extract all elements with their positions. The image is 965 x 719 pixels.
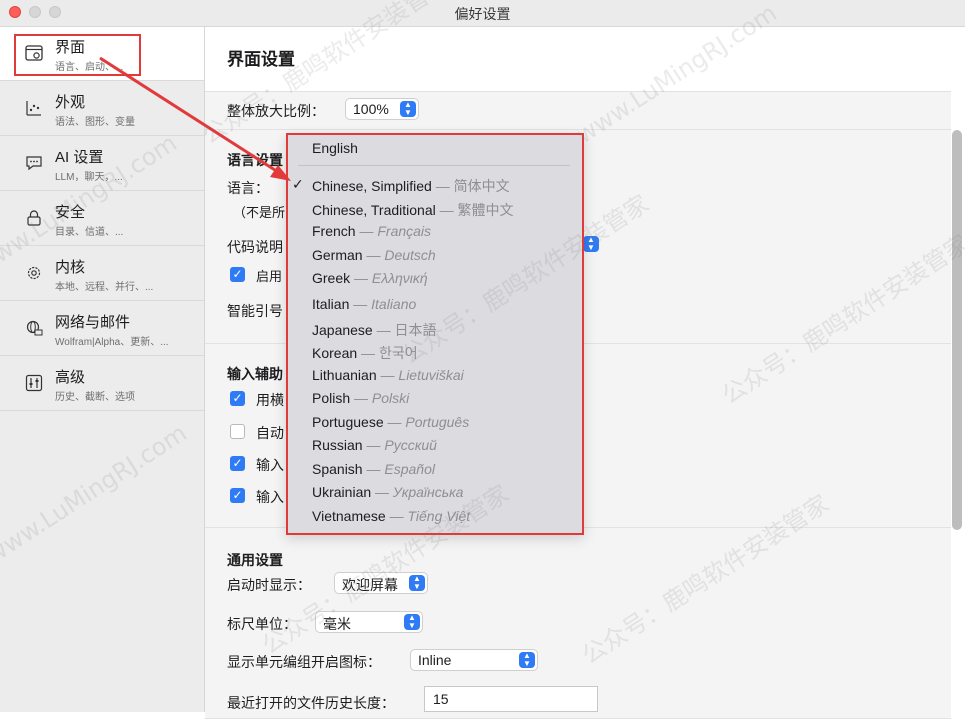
chat-bubble-icon bbox=[26, 156, 42, 171]
updown-chevron-icon: ▲ ▼ bbox=[519, 652, 535, 668]
zoom-label: 整体放大比例： bbox=[227, 103, 325, 119]
menu-item-spanish[interactable]: Spanish — Español bbox=[312, 461, 435, 477]
menu-item-japanese[interactable]: Japanese — 日本語 bbox=[312, 320, 437, 340]
sidebar-item-advanced[interactable]: 高级 历史、截断、选项 bbox=[0, 357, 204, 411]
zoom-select[interactable]: 100% ▲ ▼ bbox=[345, 98, 419, 120]
menu-item-chinese-simplified[interactable]: Chinese, Simplified — 简体中文 bbox=[312, 176, 510, 196]
globe-mail-icon bbox=[26, 320, 43, 336]
startup-select[interactable]: 欢迎屏幕 ▲ ▼ bbox=[334, 572, 428, 594]
sidebar-item-label: 高级 bbox=[55, 369, 86, 386]
input-option-label: 用横 bbox=[256, 392, 284, 408]
input-assist-header: 输入辅助 bbox=[227, 366, 283, 382]
ruler-label: 标尺单位： bbox=[227, 616, 297, 632]
enable-label: 启用 bbox=[256, 269, 283, 284]
title-bar: 偏好设置 bbox=[0, 0, 965, 27]
sidebar-item-label: 内核 bbox=[55, 259, 86, 276]
menu-item-lithuanian[interactable]: Lithuanian — Lietuviškai bbox=[312, 367, 464, 383]
menu-item-ukrainian[interactable]: Ukrainian — Українська bbox=[312, 484, 463, 500]
history-label: 最近打开的文件历史长度： bbox=[227, 695, 395, 711]
input-option-checkbox[interactable] bbox=[230, 424, 245, 439]
sliders-icon bbox=[25, 374, 43, 392]
sidebar-item-security[interactable]: 安全 目录、信道、... bbox=[0, 192, 204, 246]
menu-item-portuguese[interactable]: Portuguese — Português bbox=[312, 414, 469, 430]
menu-item-english[interactable]: English bbox=[312, 140, 358, 156]
sidebar-item-sub: 历史、截断、选项 bbox=[55, 392, 135, 403]
sidebar-item-label: 安全 bbox=[55, 204, 86, 221]
menu-item-chinese-traditional[interactable]: Chinese, Traditional — 繁體中文 bbox=[312, 200, 514, 220]
zoom-section: 整体放大比例： 100% ▲ ▼ bbox=[205, 91, 951, 131]
startup-select-value: 欢迎屏幕 bbox=[342, 577, 398, 593]
sidebar-item-sub: Wolfram|Alpha、更新、... bbox=[55, 337, 169, 348]
updown-chevron-icon: ▲ ▼ bbox=[404, 614, 420, 630]
history-length-value: 15 bbox=[433, 691, 449, 707]
sidebar-item-sub: 语法、图形、变量 bbox=[55, 117, 135, 128]
window-title: 偏好设置 bbox=[454, 6, 511, 22]
scrollbar[interactable] bbox=[952, 130, 962, 530]
menu-item-polish[interactable]: Polish — Polski bbox=[312, 390, 409, 406]
language-label: 语言： bbox=[227, 180, 269, 196]
sidebar-item-label: 网络与邮件 bbox=[55, 314, 131, 331]
chart-icon bbox=[26, 101, 41, 116]
ruler-select-value: 毫米 bbox=[323, 616, 351, 632]
page-title: 界面设置 bbox=[227, 50, 295, 69]
general-header: 通用设置 bbox=[227, 552, 283, 568]
cellgroup-label: 显示单元编组开启图标： bbox=[227, 654, 381, 670]
lock-icon bbox=[27, 210, 41, 226]
sidebar-item-sub: LLM，聊天，... bbox=[55, 172, 123, 183]
menu-item-german[interactable]: German — Deutsch bbox=[312, 247, 436, 263]
menu-item-korean[interactable]: Korean — 한국어 bbox=[312, 343, 418, 363]
sidebar-item-label: 外观 bbox=[55, 94, 86, 111]
menu-item-italian[interactable]: Italian — Italiano bbox=[312, 296, 416, 312]
enable-checkbox[interactable]: ✓ bbox=[230, 267, 245, 282]
code-label: 代码说明 bbox=[227, 239, 283, 255]
input-option-checkbox[interactable]: ✓ bbox=[230, 456, 245, 471]
general-section: 通用设置 启动时显示： 欢迎屏幕 ▲ ▼ 标尺单位： 毫米 ▲ ▼ 显示单元编组开启… bbox=[205, 527, 951, 719]
sidebar-item-kernel[interactable]: 内核 本地、远程、并行、... bbox=[0, 247, 204, 301]
language-dropdown-menu: English ✓ Chinese, Simplified — 简体中文 Chi… bbox=[286, 133, 584, 535]
input-option-label: 输入 bbox=[256, 489, 284, 505]
sidebar-item-sub: 本地、远程、并行、... bbox=[55, 282, 154, 293]
updown-chevron-icon: ▲ ▼ bbox=[409, 575, 425, 591]
sidebar-item-sub: 目录、信道、... bbox=[55, 227, 124, 238]
sidebar-item-label: AI 设置 bbox=[55, 149, 104, 166]
menu-item-vietnamese[interactable]: Vietnamese — Tiếng Việt bbox=[312, 508, 470, 524]
cellgroup-select-value: Inline bbox=[418, 652, 452, 668]
annotation-highlight-box bbox=[14, 34, 141, 76]
updown-chevron-icon: ▲ ▼ bbox=[583, 236, 599, 252]
sidebar-item-network-mail[interactable]: 网络与邮件 Wolfram|Alpha、更新、... bbox=[0, 302, 204, 356]
input-option-label: 自动 bbox=[256, 425, 284, 441]
smart-quote-label: 智能引号 bbox=[227, 303, 283, 319]
cellgroup-select[interactable]: Inline ▲ ▼ bbox=[410, 649, 538, 671]
menu-item-french[interactable]: French — Français bbox=[312, 223, 431, 239]
sidebar: 界面 语言、启动、... 外观 语法、图形、变量 AI 设置 LLM，聊天，..… bbox=[0, 27, 205, 712]
language-header: 语言设置 bbox=[227, 152, 283, 168]
input-option-checkbox[interactable]: ✓ bbox=[230, 391, 245, 406]
zoom-select-value: 100% bbox=[353, 101, 389, 117]
ruler-select[interactable]: 毫米 ▲ ▼ bbox=[315, 611, 423, 633]
menu-separator bbox=[298, 165, 570, 166]
gear-icon bbox=[27, 266, 41, 280]
checkmark-icon: ✓ bbox=[292, 176, 304, 192]
history-length-input[interactable]: 15 bbox=[424, 686, 598, 712]
input-option-label: 输入 bbox=[256, 457, 284, 473]
updown-chevron-icon: ▲ ▼ bbox=[400, 101, 416, 117]
sidebar-item-appearance[interactable]: 外观 语法、图形、变量 bbox=[0, 82, 204, 136]
input-option-checkbox[interactable]: ✓ bbox=[230, 488, 245, 503]
language-note: （不是所 bbox=[233, 205, 286, 220]
menu-item-greek[interactable]: Greek — Ελληνική bbox=[312, 270, 428, 286]
sidebar-item-ai-settings[interactable]: AI 设置 LLM，聊天，... bbox=[0, 137, 204, 191]
menu-item-russian[interactable]: Russian — Русский bbox=[312, 437, 437, 453]
startup-label: 启动时显示： bbox=[227, 577, 311, 593]
